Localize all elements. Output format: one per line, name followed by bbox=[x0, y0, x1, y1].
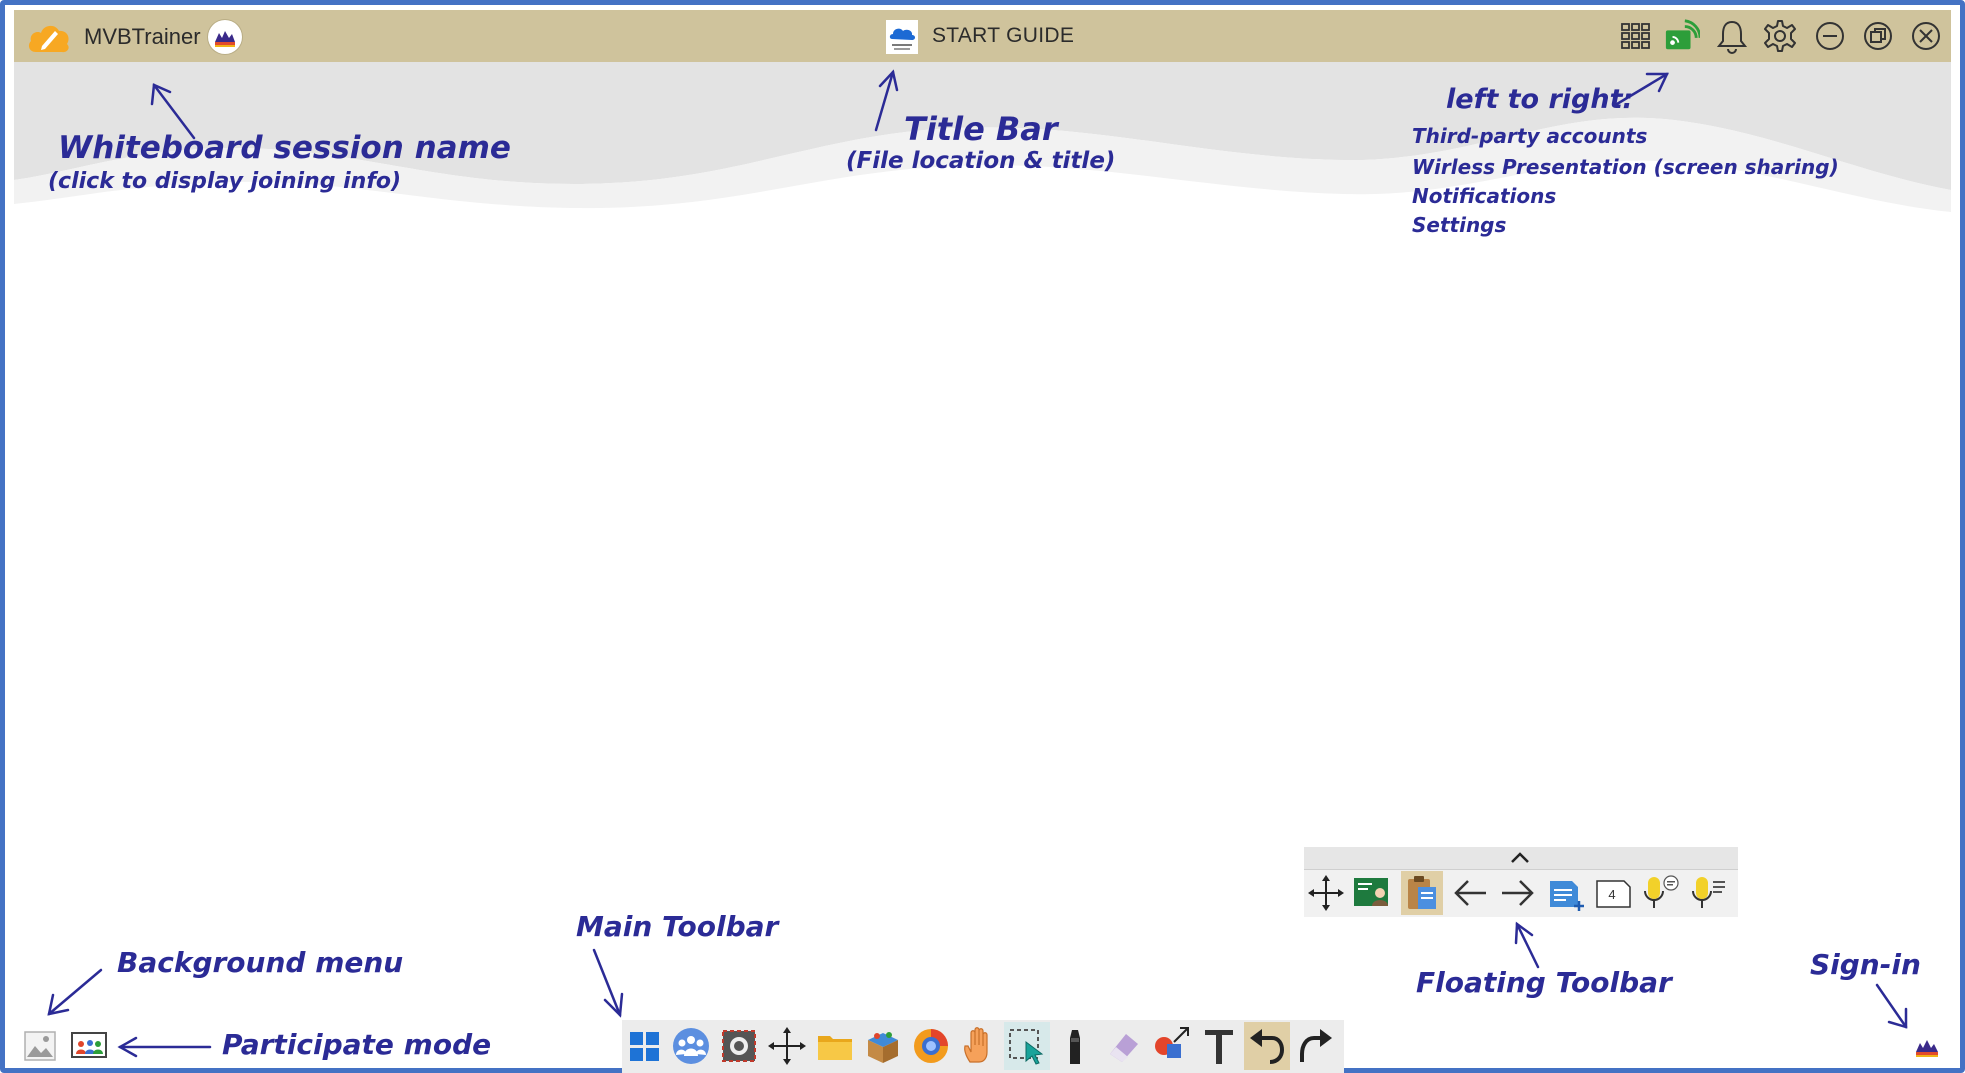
presenter-icon[interactable] bbox=[1352, 873, 1392, 913]
annotation-background-menu: Background menu bbox=[117, 946, 404, 979]
move-icon[interactable] bbox=[766, 1024, 808, 1068]
browser-icon[interactable] bbox=[910, 1024, 952, 1068]
undo-icon[interactable] bbox=[1246, 1024, 1288, 1068]
toolbox-icon[interactable] bbox=[862, 1024, 904, 1068]
select-icon[interactable] bbox=[1006, 1024, 1048, 1068]
annotation-titlebar-sub: (File location & title) bbox=[846, 148, 1116, 174]
voice-command-icon[interactable] bbox=[1688, 873, 1728, 913]
shapes-icon[interactable] bbox=[1150, 1024, 1192, 1068]
annotation-right-heading: left to right: bbox=[1446, 84, 1634, 115]
annotation-right-item: Wirless Presentation (screen sharing) bbox=[1412, 155, 1839, 179]
participants-icon[interactable] bbox=[670, 1024, 712, 1068]
page-number: 4 bbox=[1608, 887, 1615, 902]
arrow-left-icon[interactable] bbox=[1450, 873, 1490, 913]
annotation-main-toolbar: Main Toolbar bbox=[576, 910, 779, 943]
arrow-right-icon[interactable] bbox=[1498, 873, 1538, 913]
move-icon[interactable] bbox=[1306, 873, 1346, 913]
annotation-sign-in: Sign-in bbox=[1810, 948, 1921, 981]
background-menu-icon[interactable] bbox=[22, 1028, 58, 1064]
sign-in-avatar-icon[interactable] bbox=[1912, 1032, 1942, 1062]
voice-to-text-icon[interactable] bbox=[1640, 873, 1680, 913]
page-number-icon[interactable]: 4 bbox=[1594, 873, 1634, 913]
annotation-titlebar-title: Title Bar bbox=[904, 110, 1058, 148]
screenshot-icon[interactable] bbox=[718, 1024, 760, 1068]
annotation-right-item: Settings bbox=[1412, 213, 1507, 237]
redo-icon[interactable] bbox=[1294, 1024, 1336, 1068]
annotation-session-title: Whiteboard session name bbox=[58, 130, 511, 166]
add-page-icon[interactable] bbox=[1546, 873, 1586, 913]
eraser-icon[interactable] bbox=[1102, 1024, 1144, 1068]
text-icon[interactable] bbox=[1198, 1024, 1240, 1068]
annotation-right-item: Notifications bbox=[1412, 184, 1557, 208]
hand-icon[interactable] bbox=[958, 1024, 1000, 1068]
clipboard-document-icon[interactable] bbox=[1402, 873, 1442, 913]
folder-icon[interactable] bbox=[814, 1024, 856, 1068]
windows-start-icon[interactable] bbox=[624, 1024, 666, 1068]
participate-mode-icon[interactable] bbox=[70, 1030, 108, 1062]
annotation-floating-toolbar: Floating Toolbar bbox=[1416, 966, 1672, 999]
annotation-right-item: Third-party accounts bbox=[1412, 124, 1648, 148]
annotation-session-sub: (click to display joining info) bbox=[48, 169, 402, 194]
chevron-up-icon[interactable] bbox=[1508, 850, 1532, 866]
marker-icon[interactable] bbox=[1054, 1024, 1096, 1068]
annotation-participate-mode: Participate mode bbox=[222, 1028, 492, 1061]
floating-toolbar: 4 bbox=[1304, 847, 1738, 917]
